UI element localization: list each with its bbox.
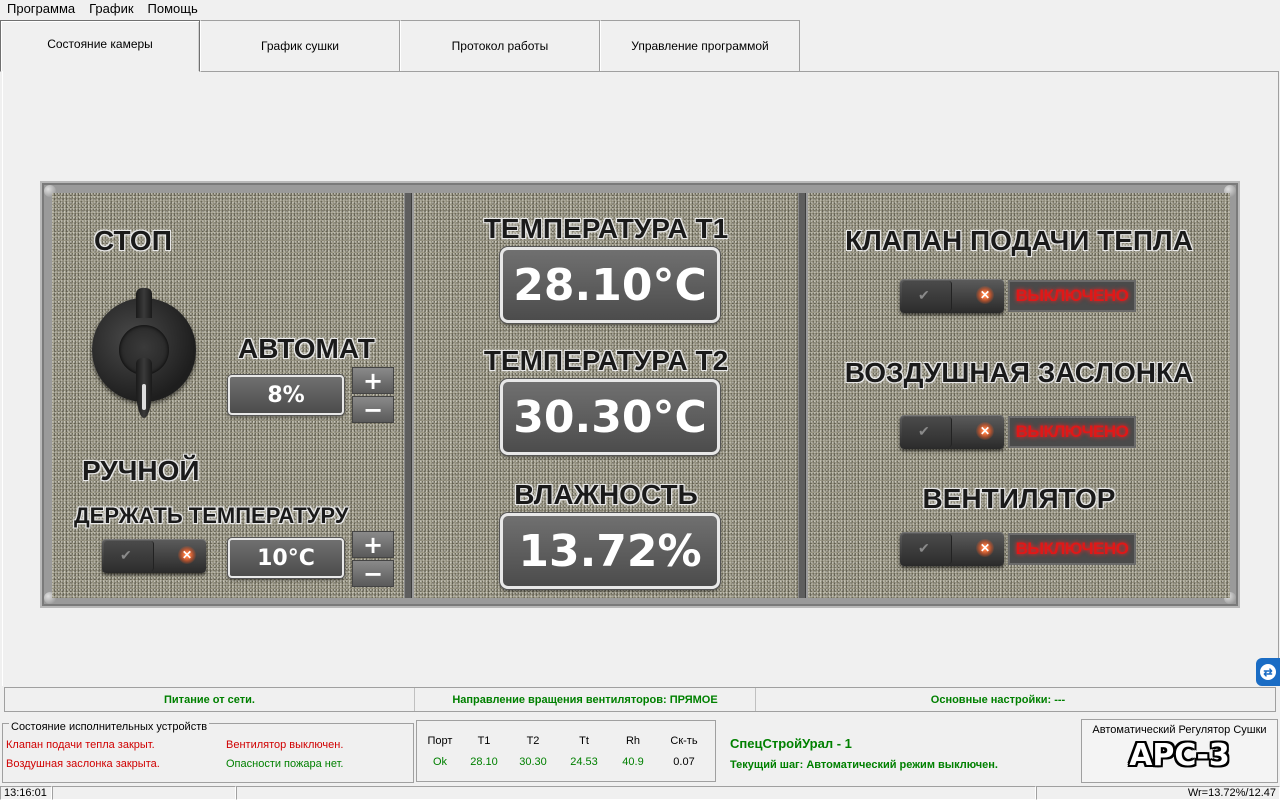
menu-program[interactable]: Программа (0, 0, 82, 18)
sensors-table: Порт Ok T1 28.10 T2 30.30 Tt 24.53 Rh 40.9 Ск… (416, 720, 716, 782)
manual-label: РУЧНОЙ (82, 455, 200, 486)
sensor-col-tt: Tt 24.53 (570, 735, 598, 768)
settings-status: Основные настройки: --- (930, 693, 1066, 706)
hold-temp-stepper: + − (352, 531, 394, 587)
auto-value-display: 8% (228, 375, 344, 415)
hold-temp-value-display: 10°C (228, 538, 344, 578)
off-indicator-icon: ✕ (976, 539, 994, 557)
fire-state-text: Опасности пожара нет. (226, 758, 344, 770)
sensor-col-speed: Ск-ть 0.07 (670, 735, 698, 768)
auto-minus-button[interactable]: − (352, 396, 394, 423)
brand-model: АРС-3 (1129, 738, 1230, 773)
valve-status: ВЫКЛЮЧЕНО (1008, 280, 1136, 312)
auto-plus-button[interactable]: + (352, 367, 394, 394)
tab-program-control[interactable]: Управление программой (600, 20, 800, 72)
hold-temp-toggle[interactable]: ✔ ✕ (102, 539, 206, 573)
off-indicator-icon: ✕ (976, 422, 994, 440)
actuators-section: КЛАПАН ПОДАЧИ ТЕПЛА ✔ ✕ ВЫКЛЮЧЕНО ВОЗДУШ… (808, 193, 1230, 598)
mode-knob[interactable] (92, 288, 196, 418)
humidity-label: ВЛАЖНОСТЬ (514, 479, 698, 510)
readings-section: ТЕМПЕРАТУРА Т1 28.10°C ТЕМПЕРАТУРА Т2 30… (414, 193, 798, 598)
valve-toggle[interactable]: ✔ ✕ (900, 279, 1004, 313)
clock: 13:16:01 (0, 786, 52, 800)
fan-direction-status: Направление вращения вентиляторов: ПРЯМО… (415, 688, 756, 711)
auto-stepper: + − (352, 367, 394, 423)
damper-state-text: Воздушная заслонка закрыта. (6, 758, 160, 770)
current-step: Текущий шаг: Автоматический режим выключ… (730, 759, 998, 771)
wr-readout: Wr=13.72%/12.47 (1036, 786, 1280, 800)
brand-box: Автоматический Регулятор Сушки АРС-3 (1081, 719, 1278, 783)
status-pane-3 (236, 786, 1036, 800)
check-icon: ✔ (918, 423, 930, 439)
t2-label: ТЕМПЕРАТУРА Т2 (483, 345, 729, 376)
status-pane-2 (52, 786, 236, 800)
damper-status: ВЫКЛЮЧЕНО (1008, 416, 1136, 448)
damper-label: ВОЗДУШНАЯ ЗАСЛОНКА (844, 357, 1194, 388)
sensor-col-t1: T1 28.10 (470, 735, 498, 768)
section-divider (404, 193, 412, 598)
fan-status: ВЫКЛЮЧЕНО (1008, 533, 1136, 565)
tab-work-log[interactable]: Протокол работы (400, 20, 600, 72)
brand-subtitle: Автоматический Регулятор Сушки (1092, 724, 1267, 736)
menu-help[interactable]: Помощь (141, 0, 205, 18)
remote-support-button[interactable]: ⇄ (1256, 658, 1280, 686)
off-indicator-icon: ✕ (976, 286, 994, 304)
section-divider (798, 193, 806, 598)
humidity-display: 13.72% (500, 513, 720, 589)
damper-toggle[interactable]: ✔ ✕ (900, 415, 1004, 449)
sensor-col-port: Порт Ok (427, 735, 453, 768)
t2-display: 30.30°C (500, 379, 720, 455)
status-bar: 13:16:01 Wr=13.72%/12.47 (0, 786, 1280, 800)
remote-arrows-icon: ⇄ (1260, 664, 1276, 680)
info-bar: Питание от сети. Направление вращения ве… (4, 687, 1276, 712)
sensor-col-t2: T2 30.30 (519, 735, 547, 768)
power-status: Питание от сети. (5, 688, 415, 711)
tab-drying-chart[interactable]: График сушки (200, 20, 400, 72)
tab-frame-right (1278, 71, 1279, 686)
fan-toggle[interactable]: ✔ ✕ (900, 532, 1004, 566)
menu-chart[interactable]: График (82, 0, 140, 18)
valve-label: КЛАПАН ПОДАЧИ ТЕПЛА (845, 225, 1193, 256)
hold-temp-plus-button[interactable]: + (352, 531, 394, 558)
tab-frame-left (2, 71, 3, 686)
t1-label: ТЕМПЕРАТУРА Т1 (483, 213, 729, 244)
t1-display: 28.10°C (500, 247, 720, 323)
off-indicator-icon: ✕ (178, 546, 196, 564)
tab-strip: Состояние камеры График сушки Протокол р… (0, 20, 1280, 72)
control-panel: СТОП АВТОМАТ 8% + − РУЧНОЙ ДЕРЖАТЬ ТЕМПЕ… (40, 181, 1240, 608)
tab-chamber-state[interactable]: Состояние камеры (0, 20, 200, 72)
stop-label: СТОП (94, 225, 172, 256)
hold-temp-label: ДЕРЖАТЬ ТЕМПЕРАТУРУ (74, 503, 349, 528)
hold-temp-minus-button[interactable]: − (352, 560, 394, 587)
fan-label: ВЕНТИЛЯТОР (922, 483, 1116, 514)
check-icon: ✔ (918, 287, 930, 303)
fan-state-text: Вентилятор выключен. (226, 739, 344, 751)
sensor-col-rh: Rh 40.9 (622, 735, 644, 768)
menu-bar: Программа График Помощь (0, 0, 1280, 18)
devices-state-group: Состояние исполнительных устройств Клапа… (2, 721, 414, 783)
check-icon: ✔ (120, 547, 132, 563)
devices-state-title: Состояние исполнительных устройств (9, 721, 210, 733)
check-icon: ✔ (918, 540, 930, 556)
valve-state-text: Клапан подачи тепла закрыт. (6, 739, 155, 751)
mode-section: СТОП АВТОМАТ 8% + − РУЧНОЙ ДЕРЖАТЬ ТЕМПЕ… (52, 193, 404, 598)
company-name: СпецСтройУрал - 1 (730, 736, 852, 751)
tab-line (202, 71, 1278, 72)
auto-label: АВТОМАТ (238, 333, 375, 364)
knob-pointer-icon (142, 384, 146, 410)
